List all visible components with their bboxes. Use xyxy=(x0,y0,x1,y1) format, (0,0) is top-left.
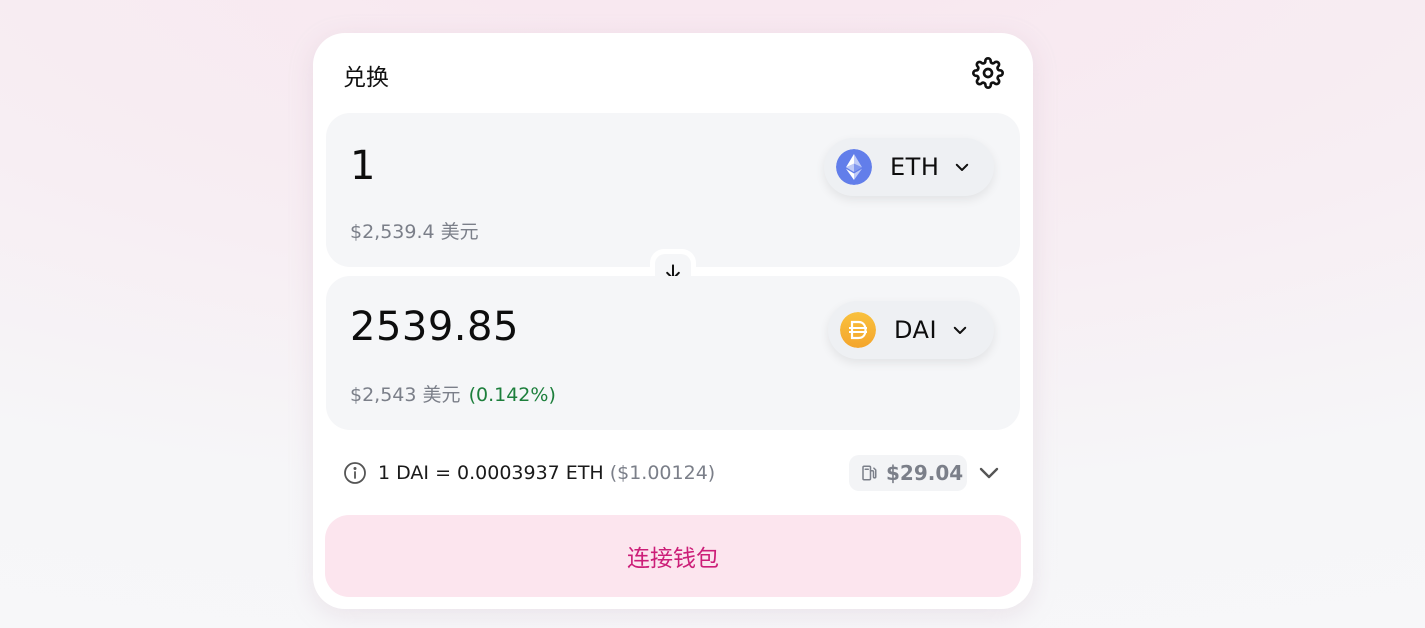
rate-row: 1 DAI = 0.0003937 ETH ($1.00124) $29.04 xyxy=(343,455,1003,491)
sell-amount-input[interactable]: 1 xyxy=(350,143,376,189)
chevron-down-icon xyxy=(953,326,967,334)
gas-fee-badge: $29.04 xyxy=(849,455,967,491)
buy-panel: 2539.85 $2,543 美元 (0.142%) DAI xyxy=(326,276,1020,430)
exchange-rate-usd: ($1.00124) xyxy=(609,462,716,484)
buy-token-selector[interactable]: DAI xyxy=(828,301,994,359)
chevron-down-icon[interactable] xyxy=(977,461,1001,485)
gear-icon xyxy=(972,57,1004,89)
buy-amount-input[interactable]: 2539.85 xyxy=(350,304,519,350)
buy-usd-value-line: $2,543 美元 (0.142%) xyxy=(350,380,556,407)
dai-logo-icon xyxy=(840,312,876,348)
ethereum-logo-icon xyxy=(836,149,872,185)
exchange-rate[interactable]: 1 DAI = 0.0003937 ETH xyxy=(378,462,604,484)
settings-button[interactable] xyxy=(972,57,1004,89)
connect-wallet-button[interactable]: 连接钱包 xyxy=(325,515,1021,597)
gas-fee-value: $29.04 xyxy=(886,461,964,485)
buy-usd-value: $2,543 美元 xyxy=(350,384,461,406)
connect-wallet-label: 连接钱包 xyxy=(627,546,719,572)
price-impact-delta: (0.142%) xyxy=(468,384,556,406)
buy-token-symbol: DAI xyxy=(894,316,938,344)
sell-panel: 1 $2,539.4 美元 ETH xyxy=(326,113,1020,267)
swap-title: 兑换 xyxy=(343,65,389,91)
sell-token-symbol: ETH xyxy=(890,153,940,181)
info-icon[interactable] xyxy=(343,461,367,485)
gas-pump-icon xyxy=(862,465,877,481)
swap-card: 兑换 1 $2,539.4 美元 ETH 2539.85 $2,543 美元 (… xyxy=(313,33,1033,609)
sell-usd-value: $2,539.4 美元 xyxy=(350,221,479,243)
chevron-down-icon xyxy=(956,163,969,171)
sell-token-selector[interactable]: ETH xyxy=(824,138,994,196)
